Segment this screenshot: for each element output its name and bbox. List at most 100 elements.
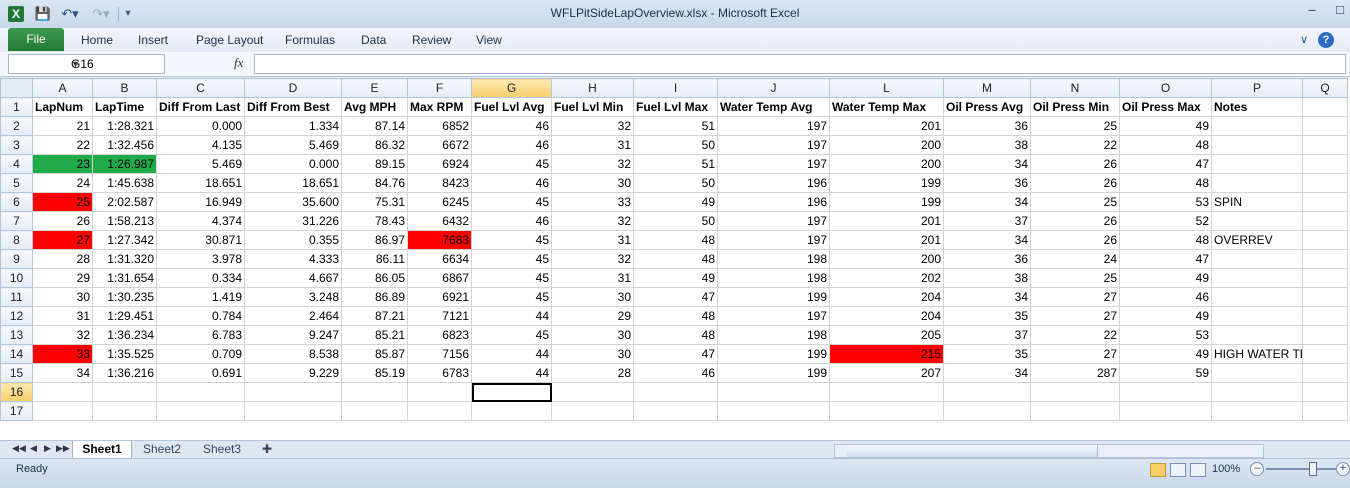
- sheet-tab-1[interactable]: Sheet1: [72, 441, 132, 459]
- cell[interactable]: 86.11: [341, 249, 408, 269]
- cell[interactable]: 25: [1030, 268, 1120, 288]
- select-all-corner[interactable]: [0, 78, 33, 98]
- ribbon-collapse-icon[interactable]: ∨: [1300, 33, 1308, 46]
- column-header[interactable]: L: [829, 78, 944, 98]
- first-sheet-icon[interactable]: ◀◀: [12, 443, 26, 454]
- row-header[interactable]: 5: [0, 173, 33, 193]
- row-header[interactable]: 10: [0, 268, 33, 288]
- cell[interactable]: [1211, 268, 1303, 288]
- cell[interactable]: 215: [829, 344, 944, 364]
- cell[interactable]: 45: [471, 287, 552, 307]
- cell[interactable]: 199: [717, 363, 830, 383]
- scrollbar-thumb[interactable]: [847, 445, 1098, 457]
- cell[interactable]: 26: [32, 211, 93, 231]
- cell[interactable]: 46: [471, 116, 552, 136]
- cell[interactable]: 1:35.525: [92, 344, 157, 364]
- cell[interactable]: 202: [829, 268, 944, 288]
- cell[interactable]: 38: [943, 268, 1031, 288]
- cell[interactable]: 199: [717, 287, 830, 307]
- cell[interactable]: [156, 401, 245, 421]
- cell[interactable]: 35: [943, 344, 1031, 364]
- cell[interactable]: 21: [32, 116, 93, 136]
- cell[interactable]: Oil Press Min: [1030, 97, 1120, 117]
- cell[interactable]: 28: [551, 363, 634, 383]
- cell[interactable]: 31.226: [244, 211, 342, 231]
- cell[interactable]: 2:02.587: [92, 192, 157, 212]
- cell[interactable]: Fuel Lvl Avg: [471, 97, 552, 117]
- cell[interactable]: 51: [633, 154, 718, 174]
- cell[interactable]: LapNum: [32, 97, 93, 117]
- cell[interactable]: 1:29.451: [92, 306, 157, 326]
- cell[interactable]: [1211, 135, 1303, 155]
- cell[interactable]: 45: [471, 154, 552, 174]
- row-header[interactable]: 8: [0, 230, 33, 250]
- column-header[interactable]: H: [551, 78, 634, 98]
- cell[interactable]: 89.15: [341, 154, 408, 174]
- row-header[interactable]: 11: [0, 287, 33, 307]
- cell[interactable]: 197: [717, 116, 830, 136]
- cell[interactable]: 196: [717, 192, 830, 212]
- cell[interactable]: 48: [633, 306, 718, 326]
- cell[interactable]: 44: [471, 363, 552, 383]
- cell[interactable]: [1302, 97, 1348, 117]
- cell[interactable]: 207: [829, 363, 944, 383]
- cell[interactable]: 1.334: [244, 116, 342, 136]
- row-header[interactable]: 7: [0, 211, 33, 231]
- cell[interactable]: 1:31.320: [92, 249, 157, 269]
- cell[interactable]: 1:27.342: [92, 230, 157, 250]
- row-header[interactable]: 2: [0, 116, 33, 136]
- cell[interactable]: 47: [633, 344, 718, 364]
- cell[interactable]: 1:32.456: [92, 135, 157, 155]
- cell[interactable]: [244, 382, 342, 402]
- active-cell[interactable]: [471, 382, 552, 402]
- cell[interactable]: 34: [943, 287, 1031, 307]
- cell[interactable]: 18.651: [244, 173, 342, 193]
- cell[interactable]: 49: [633, 268, 718, 288]
- cell[interactable]: 9.229: [244, 363, 342, 383]
- column-header[interactable]: P: [1211, 78, 1303, 98]
- cell[interactable]: 26: [1030, 154, 1120, 174]
- cell[interactable]: [32, 401, 93, 421]
- cell[interactable]: [1211, 363, 1303, 383]
- cell[interactable]: 48: [633, 230, 718, 250]
- column-header[interactable]: C: [156, 78, 245, 98]
- cell[interactable]: 78.43: [341, 211, 408, 231]
- cell[interactable]: 6783: [407, 363, 472, 383]
- cell[interactable]: [717, 401, 830, 421]
- cell[interactable]: 0.691: [156, 363, 245, 383]
- cell[interactable]: 27: [1030, 306, 1120, 326]
- cell[interactable]: 49: [1119, 306, 1212, 326]
- cell[interactable]: Avg MPH: [341, 97, 408, 117]
- cell[interactable]: 47: [1119, 154, 1212, 174]
- cell[interactable]: 87.21: [341, 306, 408, 326]
- cell[interactable]: 49: [633, 192, 718, 212]
- cell[interactable]: 31: [551, 230, 634, 250]
- fx-icon[interactable]: fx: [234, 55, 243, 71]
- horizontal-scrollbar[interactable]: [834, 444, 1264, 458]
- cell[interactable]: 197: [717, 154, 830, 174]
- cell[interactable]: 46: [471, 211, 552, 231]
- row-header[interactable]: 15: [0, 363, 33, 383]
- cell[interactable]: [1211, 325, 1303, 345]
- cell[interactable]: [1030, 401, 1120, 421]
- cell[interactable]: 199: [717, 344, 830, 364]
- row-header[interactable]: 1: [0, 97, 33, 117]
- cell[interactable]: [1211, 116, 1303, 136]
- cell[interactable]: [1302, 116, 1348, 136]
- cell[interactable]: 25: [32, 192, 93, 212]
- cell[interactable]: 8423: [407, 173, 472, 193]
- cell[interactable]: 6852: [407, 116, 472, 136]
- cell[interactable]: 29: [551, 306, 634, 326]
- cell[interactable]: [1302, 173, 1348, 193]
- column-header[interactable]: O: [1119, 78, 1212, 98]
- cell[interactable]: 30: [551, 173, 634, 193]
- insert-sheet-icon[interactable]: ✚: [256, 441, 278, 458]
- cell[interactable]: 4.667: [244, 268, 342, 288]
- cell[interactable]: [407, 401, 472, 421]
- cell[interactable]: 45: [471, 249, 552, 269]
- cell[interactable]: [471, 401, 552, 421]
- cell[interactable]: LapTime: [92, 97, 157, 117]
- row-header[interactable]: 14: [0, 344, 33, 364]
- row-header[interactable]: 17: [0, 401, 33, 421]
- cell[interactable]: 44: [471, 306, 552, 326]
